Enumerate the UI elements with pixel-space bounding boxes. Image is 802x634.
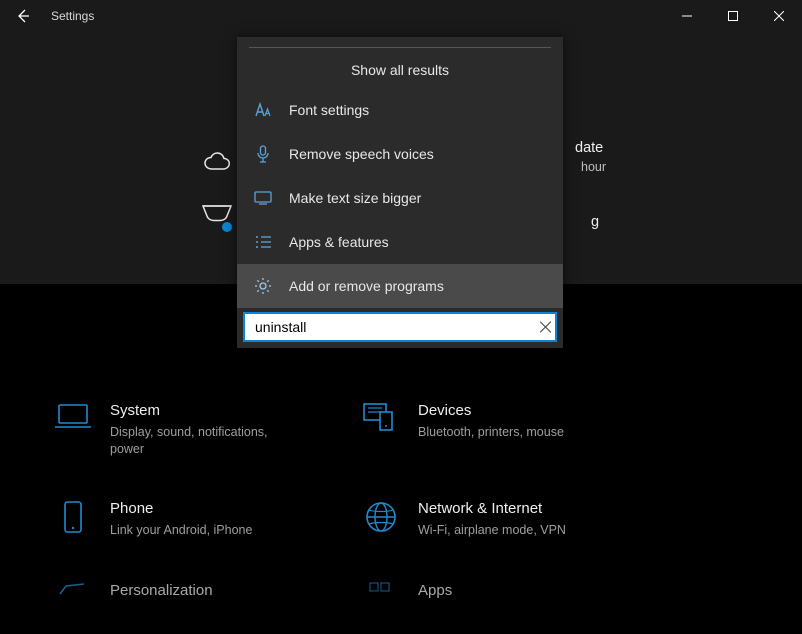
tile-title: Apps	[418, 582, 452, 599]
minimize-icon	[682, 11, 692, 21]
result-label: Font settings	[289, 102, 369, 118]
apps-icon	[356, 582, 406, 622]
laptop-icon	[48, 402, 98, 442]
result-label: Add or remove programs	[289, 278, 444, 294]
search-input[interactable]	[243, 312, 557, 342]
tile-phone[interactable]: Phone Link your Android, iPhone	[40, 488, 330, 570]
peek-hour-text: hour	[581, 160, 606, 174]
settings-window: Settings date hour g Show all results Fo…	[0, 0, 802, 634]
maximize-icon	[728, 11, 738, 21]
settings-tiles: System Display, sound, notifications, po…	[0, 390, 802, 634]
tile-desc: Bluetooth, printers, mouse	[418, 424, 564, 441]
peek-g-text: g	[591, 214, 599, 230]
clear-search-button[interactable]	[540, 322, 551, 333]
tile-personalization[interactable]: Personalization	[40, 570, 330, 634]
tile-devices[interactable]: Devices Bluetooth, printers, mouse	[348, 390, 638, 488]
onedrive-icon	[203, 152, 233, 172]
window-title: Settings	[51, 9, 94, 23]
x-icon	[540, 322, 551, 333]
peek-update-text: date	[575, 140, 603, 156]
tile-desc: Link your Android, iPhone	[110, 522, 252, 539]
result-make-text-bigger[interactable]: Make text size bigger	[237, 176, 563, 220]
titlebar: Settings	[0, 0, 802, 32]
globe-icon	[356, 500, 406, 540]
display-icon	[251, 191, 275, 205]
result-label: Remove speech voices	[289, 146, 434, 162]
minimize-button[interactable]	[664, 0, 710, 32]
tile-title: Devices	[418, 402, 564, 419]
phone-icon	[48, 500, 98, 540]
window-controls	[664, 0, 802, 32]
tile-desc: Wi-Fi, airplane mode, VPN	[418, 522, 566, 539]
paintbrush-icon	[48, 582, 98, 622]
tile-title: Phone	[110, 500, 252, 517]
close-button[interactable]	[756, 0, 802, 32]
list-icon	[251, 235, 275, 249]
result-add-remove-programs[interactable]: Add or remove programs	[237, 264, 563, 308]
result-font-settings[interactable]: Font settings	[237, 88, 563, 132]
search-box	[243, 312, 557, 342]
result-apps-features[interactable]: Apps & features	[237, 220, 563, 264]
tile-title: Personalization	[110, 582, 213, 599]
rewards-icon	[200, 203, 234, 235]
result-label: Make text size bigger	[289, 190, 421, 206]
tile-desc: Display, sound, notifications, power	[110, 424, 300, 458]
result-label: Apps & features	[289, 234, 389, 250]
arrow-left-icon	[15, 8, 31, 24]
tile-network[interactable]: Network & Internet Wi-Fi, airplane mode,…	[348, 488, 638, 570]
close-icon	[774, 11, 784, 21]
tile-system[interactable]: System Display, sound, notifications, po…	[40, 390, 330, 488]
result-remove-speech-voices[interactable]: Remove speech voices	[237, 132, 563, 176]
tile-title: System	[110, 402, 300, 419]
tile-apps[interactable]: Apps	[348, 570, 638, 634]
maximize-button[interactable]	[710, 0, 756, 32]
gear-icon	[251, 277, 275, 295]
search-results-dropdown: Show all results Font settings Remove sp…	[237, 37, 563, 348]
devices-icon	[356, 402, 406, 442]
font-icon	[251, 102, 275, 118]
tile-title: Network & Internet	[418, 500, 566, 517]
back-button[interactable]	[0, 0, 45, 32]
results-header[interactable]: Show all results	[237, 48, 563, 88]
microphone-icon	[251, 145, 275, 163]
